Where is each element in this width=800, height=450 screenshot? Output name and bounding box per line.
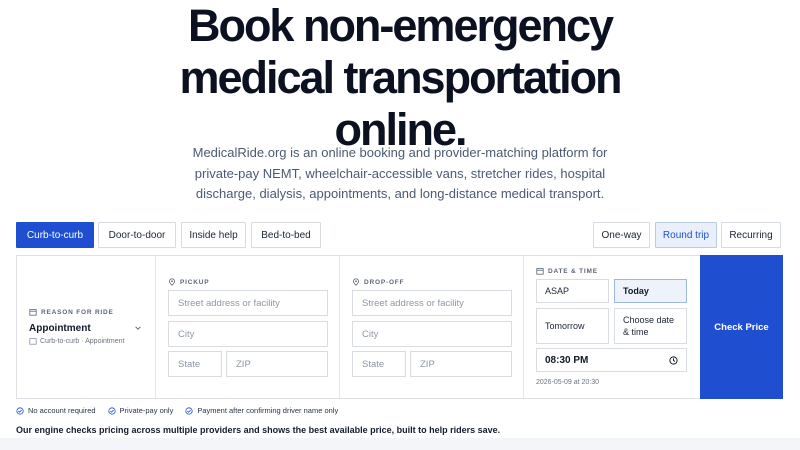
location-pin-icon — [353, 278, 359, 286]
choose-date-line-2: & time — [623, 327, 649, 337]
datetime-summary: 2026-05-09 at 20:30 — [536, 379, 600, 386]
bottom-strip — [0, 438, 800, 450]
tab-door-to-door[interactable]: Door-to-door — [98, 222, 176, 248]
today-button[interactable]: Today — [614, 279, 687, 303]
asap-button[interactable]: ASAP — [536, 279, 609, 303]
footer-note: Our engine checks pricing across multipl… — [16, 425, 501, 435]
dropoff-state-input[interactable]: State — [352, 351, 406, 377]
dropoff-zip-input[interactable]: ZIP — [410, 351, 512, 377]
choose-date-button[interactable]: Choose date & time — [614, 308, 687, 344]
trip-one-way[interactable]: One-way — [593, 222, 650, 248]
location-pin-icon — [169, 278, 175, 286]
check-price-button[interactable]: Check Price — [700, 255, 783, 399]
dropoff-city-input[interactable]: City — [352, 321, 512, 347]
pickup-city-input[interactable]: City — [168, 321, 328, 347]
divider — [523, 256, 524, 398]
calendar-icon — [29, 309, 37, 316]
datetime-label: DATE & TIME — [536, 267, 598, 275]
chevron-down-icon[interactable] — [134, 324, 142, 332]
dropoff-label: DROP-OFF — [352, 278, 404, 286]
divider — [339, 256, 340, 398]
trip-round-trip[interactable]: Round trip — [655, 222, 717, 248]
dropoff-street-input[interactable]: Street address or facility — [352, 290, 512, 316]
pickup-state-input[interactable]: State — [168, 351, 222, 377]
hero-title: Book non-emergency medical transportatio… — [0, 0, 800, 156]
perk-item: No account required — [16, 406, 96, 415]
reason-subtext: Curb-to-curb · Appointment — [29, 337, 124, 345]
pickup-zip-input[interactable]: ZIP — [226, 351, 328, 377]
perks-list: No account required Private-pay only Pay… — [16, 406, 338, 415]
tomorrow-button[interactable]: Tomorrow — [536, 308, 609, 344]
pickup-street-input[interactable]: Street address or facility — [168, 290, 328, 316]
hero-title-line-1: Book non-emergency — [187, 0, 614, 51]
divider — [155, 256, 156, 398]
reason-select[interactable]: Appointment — [29, 323, 91, 334]
booking-form-card: REASON FOR RIDE Appointment Curb-to-curb… — [16, 255, 783, 399]
tab-curb-to-curb[interactable]: Curb-to-curb — [16, 222, 94, 248]
calendar-icon — [536, 268, 544, 275]
tab-inside-help[interactable]: Inside help — [181, 222, 246, 248]
calendar-icon — [29, 338, 37, 345]
reason-label: REASON FOR RIDE — [29, 308, 114, 316]
choose-date-line-1: Choose date — [623, 315, 675, 325]
hero-subtitle: MedicalRide.org is an online booking and… — [192, 145, 608, 201]
tab-bed-to-bed[interactable]: Bed-to-bed — [251, 222, 321, 248]
clock-icon[interactable] — [669, 355, 678, 365]
pickup-label: PICKUP — [168, 278, 209, 286]
perk-item: Private-pay only — [107, 406, 173, 415]
check-circle-icon — [16, 406, 24, 415]
time-input[interactable]: 08:30 PM — [536, 348, 687, 372]
hero-title-line-2: medical transportation — [179, 52, 622, 103]
check-circle-icon — [107, 406, 116, 415]
time-value: 08:30 PM — [545, 354, 589, 366]
trip-recurring[interactable]: Recurring — [721, 222, 781, 248]
check-circle-icon — [185, 406, 193, 415]
perk-item: Payment after confirming driver name onl… — [185, 406, 338, 415]
